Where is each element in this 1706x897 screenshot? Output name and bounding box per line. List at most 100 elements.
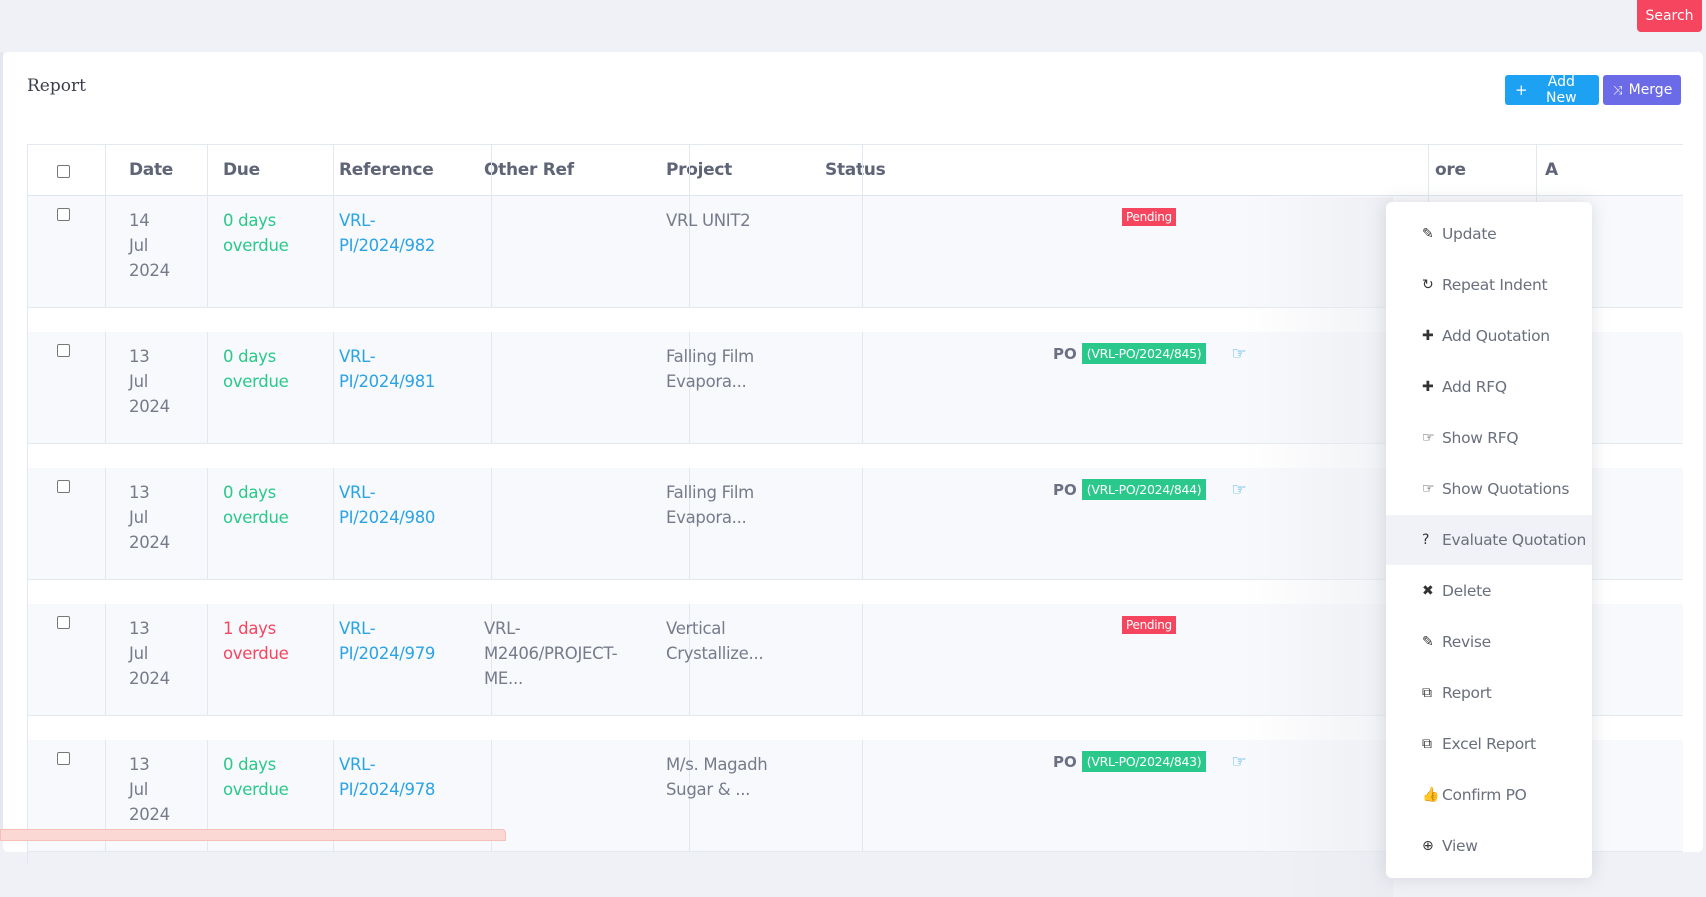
column-border bbox=[862, 144, 863, 196]
cell-line: VRL- bbox=[484, 619, 521, 638]
cell-line: Jul bbox=[129, 508, 149, 527]
status-po: PO (VRL-PO/2024/845) ☞ bbox=[1053, 343, 1247, 364]
hand-pointer-icon: ☞ bbox=[1422, 481, 1435, 497]
column-border bbox=[491, 196, 492, 307]
search-button[interactable]: Search bbox=[1637, 0, 1702, 32]
menu-item-repeat-indent[interactable]: ↻ Repeat Indent bbox=[1386, 260, 1592, 310]
reference-link[interactable]: VRL- PI/2024/982 bbox=[339, 208, 435, 258]
column-border bbox=[105, 332, 106, 443]
po-label: PO bbox=[1053, 480, 1077, 499]
po-number-badge[interactable]: (VRL-PO/2024/844) bbox=[1081, 479, 1207, 500]
thumbs-up-icon: 👍 bbox=[1422, 787, 1440, 803]
cell-line: 0 days bbox=[223, 347, 276, 366]
page-title: Report bbox=[27, 76, 86, 96]
menu-item-view[interactable]: ⊕ View bbox=[1386, 821, 1592, 871]
row-checkbox[interactable] bbox=[57, 344, 70, 357]
menu-item-show-rfq[interactable]: ☞ Show RFQ bbox=[1386, 413, 1592, 463]
cell-line: 13 bbox=[129, 347, 150, 366]
menu-item-confirm-po[interactable]: 👍 Confirm PO bbox=[1386, 770, 1592, 820]
hand-pointer-icon[interactable]: ☞ bbox=[1231, 344, 1246, 364]
copy-icon: ⧉ bbox=[1422, 685, 1432, 701]
menu-item-show-quotations[interactable]: ☞ Show Quotations bbox=[1386, 464, 1592, 514]
header-store[interactable]: ore bbox=[1435, 144, 1466, 196]
reference-link[interactable]: VRL- PI/2024/979 bbox=[339, 616, 435, 666]
due-cell: 1 days overdue bbox=[223, 616, 289, 666]
cell-line: Sugar & ... bbox=[666, 780, 751, 799]
cell-line: overdue bbox=[223, 644, 289, 663]
hand-pointer-icon[interactable]: ☞ bbox=[1231, 480, 1246, 500]
column-border bbox=[491, 468, 492, 579]
select-all-checkbox[interactable] bbox=[57, 165, 70, 178]
cell-line: overdue bbox=[223, 780, 289, 799]
menu-item-revise[interactable]: ✎ Revise bbox=[1386, 617, 1592, 667]
column-border bbox=[862, 740, 863, 851]
header-project[interactable]: Project bbox=[666, 144, 732, 196]
add-new-button[interactable]: + Add New bbox=[1505, 74, 1599, 106]
menu-item-label: Add RFQ bbox=[1442, 378, 1507, 396]
cell-line: VRL- bbox=[339, 619, 376, 638]
reference-link[interactable]: VRL- PI/2024/978 bbox=[339, 752, 435, 802]
menu-item-update[interactable]: ✎ Update bbox=[1386, 209, 1592, 259]
menu-item-label: Confirm PO bbox=[1442, 786, 1527, 804]
menu-item-add-quotation[interactable]: ✚ Add Quotation bbox=[1386, 311, 1592, 361]
menu-item-add-rfq[interactable]: ✚ Add RFQ bbox=[1386, 362, 1592, 412]
row-checkbox[interactable] bbox=[57, 208, 70, 221]
reference-link[interactable]: VRL- PI/2024/981 bbox=[339, 344, 435, 394]
zoom-in-icon: ⊕ bbox=[1422, 838, 1434, 854]
merge-button[interactable]: ⤨ Merge bbox=[1603, 75, 1681, 105]
column-border bbox=[333, 332, 334, 443]
column-border bbox=[862, 604, 863, 715]
row-checkbox[interactable] bbox=[57, 752, 70, 765]
date-cell: 13 Jul 2024 bbox=[129, 752, 170, 827]
cell-line: 0 days bbox=[223, 755, 276, 774]
menu-item-evaluate-quotation[interactable]: ? Evaluate Quotation bbox=[1386, 515, 1592, 565]
menu-item-delete[interactable]: ✖ Delete bbox=[1386, 566, 1592, 616]
status-po: PO (VRL-PO/2024/844) ☞ bbox=[1053, 479, 1247, 500]
column-border bbox=[333, 468, 334, 579]
cell-line: Vertical bbox=[666, 619, 726, 638]
status-badge-pending: Pending bbox=[1122, 208, 1176, 226]
reference-link[interactable]: VRL- PI/2024/980 bbox=[339, 480, 435, 530]
row-checkbox[interactable] bbox=[57, 480, 70, 493]
header-due[interactable]: Due bbox=[223, 144, 260, 196]
column-border bbox=[1428, 144, 1429, 196]
date-cell: 13 Jul 2024 bbox=[129, 344, 170, 419]
status-bar-url bbox=[0, 829, 506, 841]
header-reference[interactable]: Reference bbox=[339, 144, 434, 196]
date-cell: 14 Jul 2024 bbox=[129, 208, 170, 283]
po-number-badge[interactable]: (VRL-PO/2024/843) bbox=[1081, 751, 1207, 772]
cell-line: VRL- bbox=[339, 755, 376, 774]
header-other-ref[interactable]: Other Ref bbox=[484, 144, 574, 196]
column-border bbox=[207, 144, 208, 196]
cell-line: Jul bbox=[129, 236, 149, 255]
cell-line: overdue bbox=[223, 372, 289, 391]
hand-pointer-icon: ☞ bbox=[1422, 430, 1435, 446]
due-cell: 0 days overdue bbox=[223, 752, 289, 802]
cell-line: Jul bbox=[129, 780, 149, 799]
cell-line: 13 bbox=[129, 619, 150, 638]
header-date[interactable]: Date bbox=[129, 144, 173, 196]
hand-pointer-icon[interactable]: ☞ bbox=[1231, 752, 1246, 772]
menu-item-label: Delete bbox=[1442, 582, 1492, 600]
column-border bbox=[862, 196, 863, 307]
column-border bbox=[491, 332, 492, 443]
column-border bbox=[105, 604, 106, 715]
menu-item-excel-report[interactable]: ⧉ Excel Report bbox=[1386, 719, 1592, 769]
header-status[interactable]: Status bbox=[825, 144, 886, 196]
shuffle-icon: ⤨ bbox=[1613, 83, 1623, 97]
po-number-badge[interactable]: (VRL-PO/2024/845) bbox=[1081, 343, 1207, 364]
menu-item-report[interactable]: ⧉ Report bbox=[1386, 668, 1592, 718]
menu-item-label: Repeat Indent bbox=[1442, 276, 1548, 294]
menu-item-label: Report bbox=[1442, 684, 1492, 702]
cell-line: Falling Film bbox=[666, 347, 754, 366]
menu-item-label: Show RFQ bbox=[1442, 429, 1519, 447]
header-last-col[interactable]: A bbox=[1545, 144, 1558, 196]
column-border bbox=[105, 468, 106, 579]
menu-item-label: View bbox=[1442, 837, 1478, 855]
status-badge-pending: Pending bbox=[1122, 616, 1176, 634]
row-checkbox[interactable] bbox=[57, 616, 70, 629]
date-cell: 13 Jul 2024 bbox=[129, 480, 170, 555]
table-left-border bbox=[27, 144, 28, 864]
cell-line: 1 days bbox=[223, 619, 276, 638]
cell-line: Jul bbox=[129, 644, 149, 663]
